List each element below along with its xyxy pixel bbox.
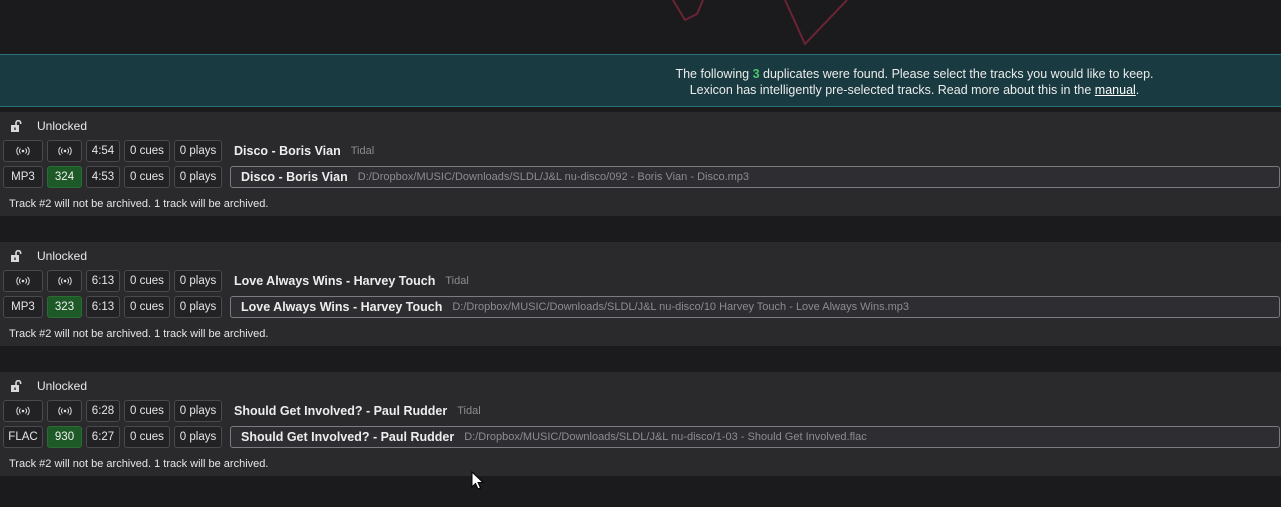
plays-cell: 0 plays — [174, 426, 222, 448]
selected-track-info[interactable]: Love Always Wins - Harvey Touch D:/Dropb… — [230, 296, 1280, 318]
unlocked-padlock-icon[interactable] — [10, 380, 22, 392]
track-path: D:/Dropbox/MUSIC/Downloads/SLDL/J&L nu-d… — [464, 431, 867, 443]
streaming-icon — [16, 406, 30, 416]
lock-toggle[interactable]: Unlocked — [10, 248, 87, 264]
track-title: Should Get Involved? - Paul Rudder — [234, 404, 448, 418]
streaming-icon — [57, 276, 72, 286]
cues-cell: 0 cues — [124, 296, 170, 318]
track-row-duplicate[interactable]: MP3 324 4:53 0 cues 0 plays Disco - Bori… — [3, 166, 1280, 188]
track-source: Tidal — [445, 275, 469, 287]
archive-note: Track #2 will not be archived. 1 track w… — [9, 198, 269, 210]
track-source: Tidal — [457, 405, 481, 417]
selected-track-info[interactable]: Disco - Boris Vian D:/Dropbox/MUSIC/Down… — [230, 166, 1280, 188]
track-title: Love Always Wins - Harvey Touch — [241, 300, 443, 314]
unlocked-padlock-icon[interactable] — [10, 250, 22, 262]
archive-note: Track #2 will not be archived. 1 track w… — [9, 458, 269, 470]
streaming-icon-cell — [3, 400, 43, 422]
track-title: Should Get Involved? - Paul Rudder — [241, 430, 455, 444]
lock-status-label: Unlocked — [37, 119, 88, 133]
duplicate-group: Unlocked 6:28 0 cues 0 plays Should Get … — [0, 372, 1281, 476]
streaming-icon-cell — [47, 140, 82, 162]
streaming-icon-cell — [47, 400, 82, 422]
plays-cell: 0 plays — [174, 296, 222, 318]
lock-status-label: Unlocked — [37, 379, 88, 393]
format-cell: MP3 — [3, 166, 43, 188]
streaming-icon-cell — [47, 270, 82, 292]
manual-link[interactable]: manual — [1095, 83, 1136, 97]
cues-cell: 0 cues — [124, 140, 170, 162]
track-row-duplicate[interactable]: FLAC 930 6:27 0 cues 0 plays Should Get … — [3, 426, 1280, 448]
track-info[interactable]: Should Get Involved? - Paul Rudder Tidal — [226, 400, 481, 422]
plays-cell: 0 plays — [174, 270, 222, 292]
cues-cell: 0 cues — [124, 270, 170, 292]
track-info[interactable]: Love Always Wins - Harvey Touch Tidal — [226, 270, 469, 292]
mouse-cursor-icon — [471, 471, 485, 490]
bitrate-cell: 323 — [47, 296, 82, 318]
track-row-reference[interactable]: 4:54 0 cues 0 plays Disco - Boris Vian T… — [3, 140, 374, 162]
selected-track-info[interactable]: Should Get Involved? - Paul Rudder D:/Dr… — [230, 426, 1280, 448]
duplicates-info-banner: The following 3 duplicates were found. P… — [0, 54, 1281, 107]
plays-cell: 0 plays — [174, 400, 222, 422]
duplicate-group: Unlocked 6:13 0 cues 0 plays Love Always… — [0, 242, 1281, 346]
lock-toggle[interactable]: Unlocked — [10, 118, 87, 134]
duration-cell: 4:53 — [86, 166, 120, 188]
streaming-icon — [57, 146, 72, 156]
plays-cell: 0 plays — [174, 140, 222, 162]
cues-cell: 0 cues — [124, 426, 170, 448]
track-title: Love Always Wins - Harvey Touch — [234, 274, 436, 288]
lexicon-logo-decoration-icon — [672, 0, 848, 46]
duration-cell: 6:27 — [86, 426, 120, 448]
duration-cell: 6:28 — [86, 400, 120, 422]
track-path: D:/Dropbox/MUSIC/Downloads/SLDL/J&L nu-d… — [357, 171, 750, 183]
unlocked-padlock-icon[interactable] — [10, 120, 22, 132]
streaming-icon — [16, 276, 30, 286]
plays-cell: 0 plays — [174, 166, 222, 188]
bitrate-cell: 324 — [47, 166, 82, 188]
track-source: Tidal — [350, 145, 375, 157]
streaming-icon — [57, 406, 72, 416]
lock-toggle[interactable]: Unlocked — [10, 378, 87, 394]
banner-line-1: The following 3 duplicates were found. P… — [675, 67, 1154, 81]
bitrate-cell: 930 — [47, 426, 82, 448]
streaming-icon — [16, 146, 30, 156]
banner-line-2: Lexicon has intelligently pre-selected t… — [689, 83, 1140, 97]
duration-cell: 4:54 — [86, 140, 120, 162]
track-row-duplicate[interactable]: MP3 323 6:13 0 cues 0 plays Love Always … — [3, 296, 1280, 318]
duration-cell: 6:13 — [86, 296, 120, 318]
track-row-reference[interactable]: 6:28 0 cues 0 plays Should Get Involved?… — [3, 400, 481, 422]
cues-cell: 0 cues — [124, 400, 170, 422]
track-title: Disco - Boris Vian — [234, 144, 341, 158]
archive-note: Track #2 will not be archived. 1 track w… — [9, 328, 269, 340]
duplicates-page: The following 3 duplicates were found. P… — [0, 0, 1281, 507]
streaming-icon-cell — [3, 270, 43, 292]
cues-cell: 0 cues — [124, 166, 170, 188]
track-info[interactable]: Disco - Boris Vian Tidal — [226, 140, 374, 162]
streaming-icon-cell — [3, 140, 43, 162]
duration-cell: 6:13 — [86, 270, 120, 292]
track-row-reference[interactable]: 6:13 0 cues 0 plays Love Always Wins - H… — [3, 270, 469, 292]
track-path: D:/Dropbox/MUSIC/Downloads/SLDL/J&L nu-d… — [452, 301, 910, 313]
format-cell: FLAC — [3, 426, 43, 448]
duplicate-count: 3 — [752, 67, 760, 81]
track-title: Disco - Boris Vian — [241, 170, 348, 184]
lock-status-label: Unlocked — [37, 249, 88, 263]
duplicate-group: Unlocked 4:54 0 cues 0 plays Disco - Bor… — [0, 112, 1281, 216]
format-cell: MP3 — [3, 296, 43, 318]
